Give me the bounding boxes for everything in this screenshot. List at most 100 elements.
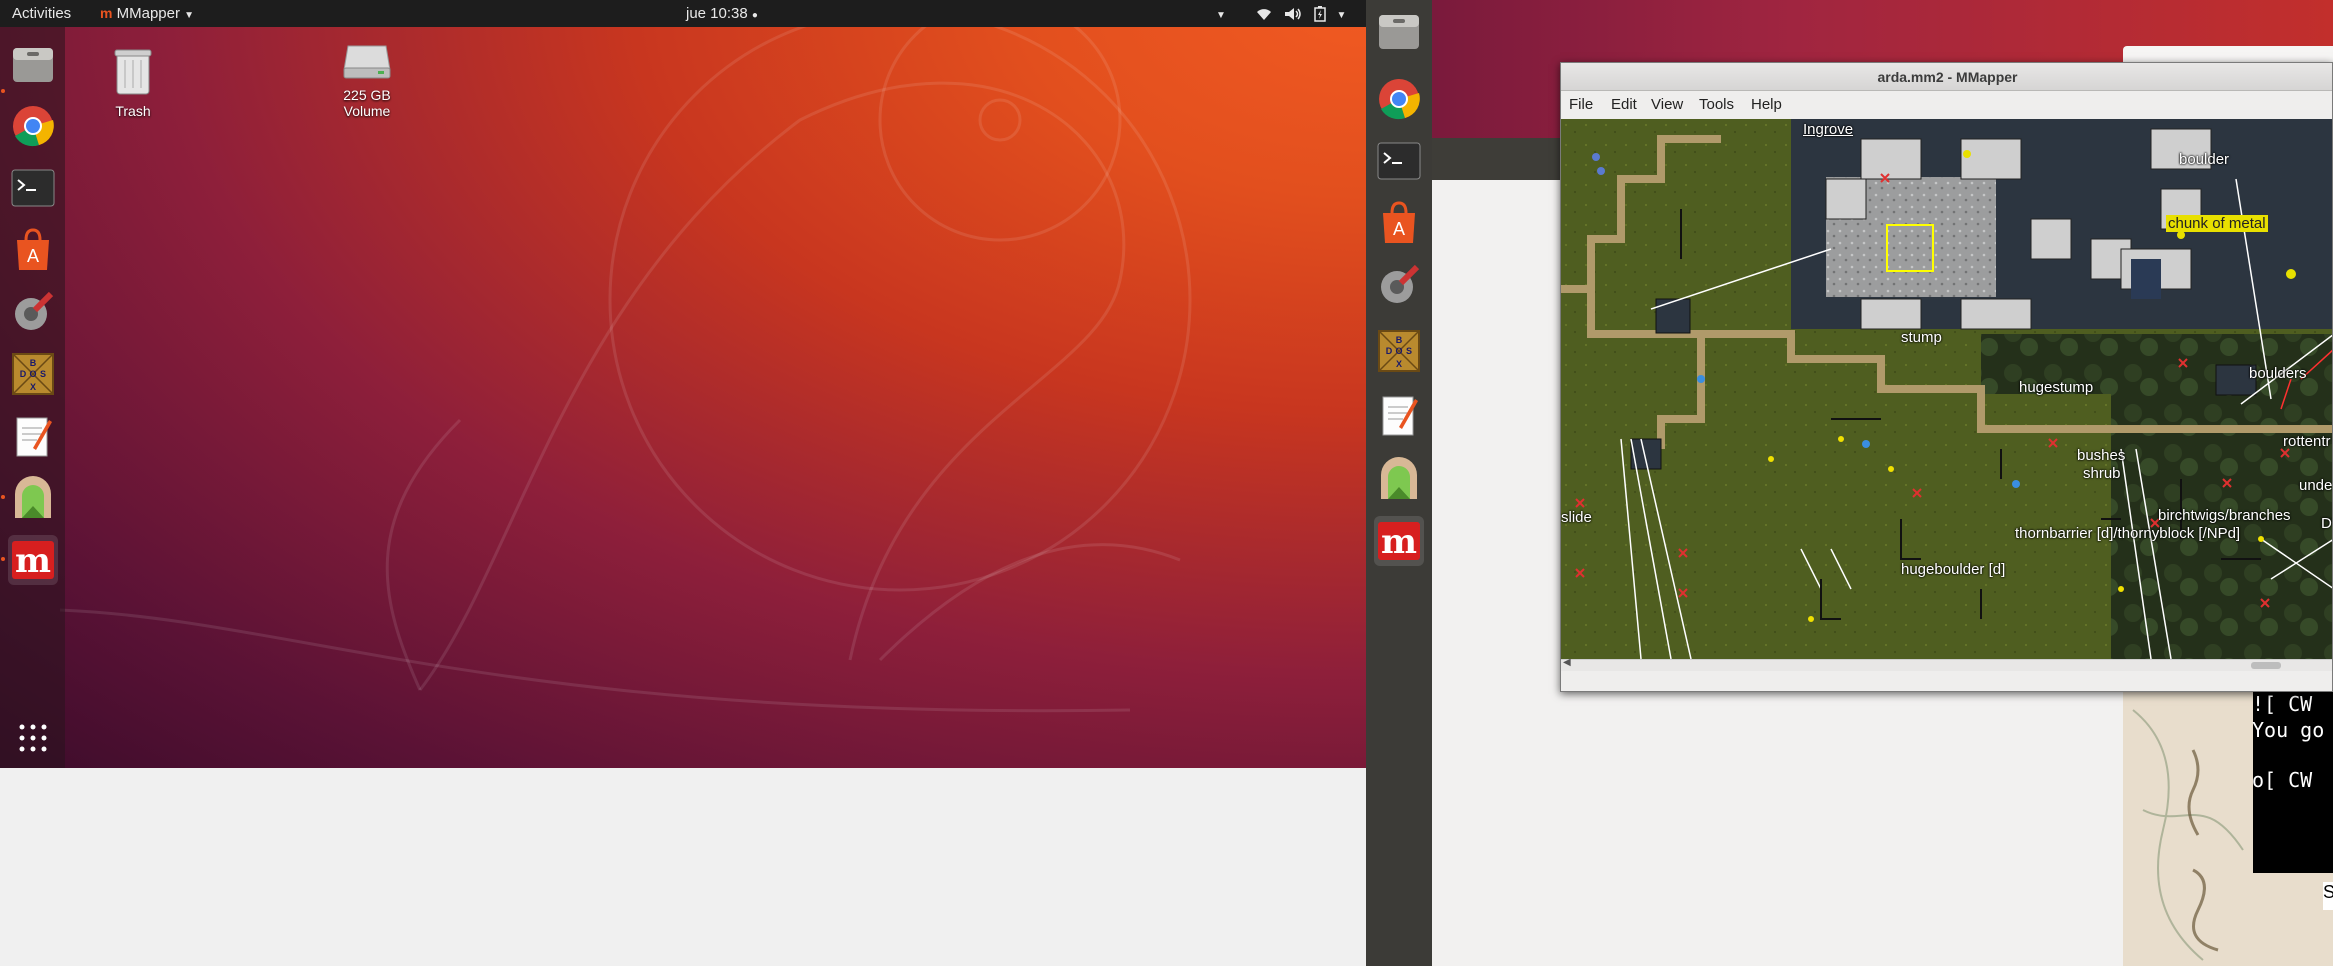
map-label: hugeboulder [d] xyxy=(1901,561,2006,578)
menu-view[interactable]: View xyxy=(1651,91,1683,119)
dock-item-files[interactable] xyxy=(8,39,58,89)
svg-text:D: D xyxy=(20,369,27,379)
software-icon: A xyxy=(17,228,49,270)
map-label: boulder xyxy=(2179,151,2230,168)
window-title: arda.mm2 - MMapper xyxy=(1877,69,2018,85)
map-label: birchtwigs/branches xyxy=(2158,507,2291,524)
running-indicator xyxy=(1,89,5,93)
battery-icon xyxy=(1314,6,1327,22)
svg-text:D: D xyxy=(1386,346,1393,356)
chevron-down-icon: ▼ xyxy=(1336,10,1347,21)
activities-button[interactable]: Activities xyxy=(12,0,71,27)
dock-item-settings[interactable] xyxy=(1374,260,1424,310)
svg-text:A: A xyxy=(27,246,39,266)
trash-icon xyxy=(114,49,152,95)
menu-help[interactable]: Help xyxy=(1751,91,1782,119)
svg-text:A: A xyxy=(1393,219,1405,239)
clock[interactable]: jue 10:38 ● xyxy=(686,0,758,27)
map-label: rottentr xyxy=(2283,433,2331,450)
app-menu[interactable]: m MMapper ▼ xyxy=(100,0,194,27)
map-tiles xyxy=(1561,119,2332,659)
menu-edit[interactable]: Edit xyxy=(1611,91,1637,119)
map-label: bushes xyxy=(2077,447,2126,464)
desktop-icon-volume[interactable]: 225 GB Volume xyxy=(312,40,422,119)
dock-item-software[interactable]: A xyxy=(1374,198,1424,248)
menu-file[interactable]: File xyxy=(1569,91,1593,119)
svg-text:B: B xyxy=(30,358,37,368)
terminal-line: You go xyxy=(2252,718,2325,742)
app-menu-label: MMapper xyxy=(116,5,180,22)
dosbox-icon: BD O SX xyxy=(1378,330,1420,372)
files-icon xyxy=(13,48,53,82)
status-bar xyxy=(1561,671,2332,691)
map-label: boulders xyxy=(2249,365,2307,382)
text-editor-icon xyxy=(1382,396,1418,436)
dock-item-mmapper[interactable]: m xyxy=(1374,516,1424,566)
terminal-side-text: S xyxy=(2323,882,2333,910)
dock-item-dosbox[interactable]: BDOSX xyxy=(8,349,58,399)
dock-item-dosbox[interactable]: BDOSX xyxy=(1374,326,1424,376)
dock-item-software[interactable]: A xyxy=(8,225,58,275)
wallpaper-art xyxy=(59,0,1192,713)
window-titlebar[interactable]: arda.mm2 - MMapper xyxy=(1561,63,2332,91)
dock-item-text-editor[interactable] xyxy=(8,411,58,461)
volume-icon xyxy=(1285,8,1301,21)
svg-text:X: X xyxy=(30,382,36,392)
desktop-icon-trash[interactable]: Trash xyxy=(78,46,188,119)
map-label: Ingrove xyxy=(1803,121,1854,138)
dock-item-mmapper[interactable]: m xyxy=(8,535,58,585)
mmapper-window[interactable]: arda.mm2 - MMapper File Edit View Tools … xyxy=(1560,62,2333,692)
scrollbar-thumb[interactable] xyxy=(2251,662,2281,669)
svg-text:S: S xyxy=(40,369,46,379)
tools-icon xyxy=(15,291,54,330)
desktop: Activities m MMapper ▼ jue 10:38 ● ▼ ▼ A… xyxy=(0,0,2333,966)
map-label: hugestump xyxy=(2019,379,2094,396)
dock-item-terminal[interactable] xyxy=(1374,136,1424,186)
svg-text:S: S xyxy=(1406,346,1412,356)
horizontal-scrollbar[interactable]: ◀ xyxy=(1561,657,2332,671)
mmapper-small-icon: m xyxy=(100,5,113,21)
chrome-icon xyxy=(13,106,54,147)
text-editor-icon xyxy=(16,417,52,457)
wifi-icon xyxy=(1257,9,1271,21)
terminal-line: o[ CW xyxy=(2252,768,2325,792)
dock-item-terminal[interactable] xyxy=(8,163,58,213)
desktop-icon-label: 225 GB Volume xyxy=(343,87,391,119)
gate-icon xyxy=(15,476,51,518)
files-icon xyxy=(1379,15,1419,49)
running-indicator xyxy=(1,495,5,499)
tools-icon xyxy=(1381,264,1420,303)
dock-item-settings[interactable] xyxy=(8,287,58,337)
dock-item-gate[interactable] xyxy=(8,473,58,523)
mmapper-icon: m xyxy=(1378,522,1420,561)
dock-item-gate[interactable] xyxy=(1374,454,1424,504)
chevron-down-icon[interactable]: ▼ xyxy=(1216,0,1226,27)
system-menu[interactable]: ▼ xyxy=(1256,0,1346,27)
dock: A BDOSX m xyxy=(0,27,65,768)
map-label-highlighted: chunk of metal xyxy=(2166,215,2268,232)
mmapper-icon: m xyxy=(12,541,54,580)
map-label: shrub xyxy=(2083,465,2121,482)
map-label: thornbarrier [d]/thornyblock [/NPd] xyxy=(2015,525,2241,542)
dock-item-chrome[interactable] xyxy=(1374,74,1424,124)
dock-item-text-editor[interactable] xyxy=(1374,390,1424,440)
dock-secondary: A BDOSX m xyxy=(1366,0,1432,966)
menu-tools[interactable]: Tools xyxy=(1699,91,1734,119)
terminal-icon xyxy=(1377,142,1421,180)
map-label: unde xyxy=(2299,477,2333,494)
show-apps-button[interactable] xyxy=(8,713,58,763)
menu-bar: File Edit View Tools Help xyxy=(1561,91,2332,119)
dock-item-chrome[interactable] xyxy=(8,101,58,151)
notification-dot: ● xyxy=(751,10,758,21)
top-bar: Activities m MMapper ▼ jue 10:38 ● ▼ ▼ xyxy=(0,0,1366,27)
drive-icon xyxy=(343,45,391,79)
map-canvas[interactable]: Ingrove boulder chunk of metal stump hug… xyxy=(1561,119,2333,659)
dosbox-icon: BD O SX xyxy=(12,353,54,395)
svg-text:m: m xyxy=(15,541,51,580)
dock-item-files[interactable] xyxy=(1374,6,1424,56)
left-screen: Activities m MMapper ▼ jue 10:38 ● ▼ ▼ A… xyxy=(0,0,1366,768)
running-indicator xyxy=(1,557,5,561)
software-icon: A xyxy=(1383,201,1415,243)
scroll-left-arrow-icon[interactable]: ◀ xyxy=(1563,657,1571,668)
svg-text:O: O xyxy=(1395,346,1402,356)
